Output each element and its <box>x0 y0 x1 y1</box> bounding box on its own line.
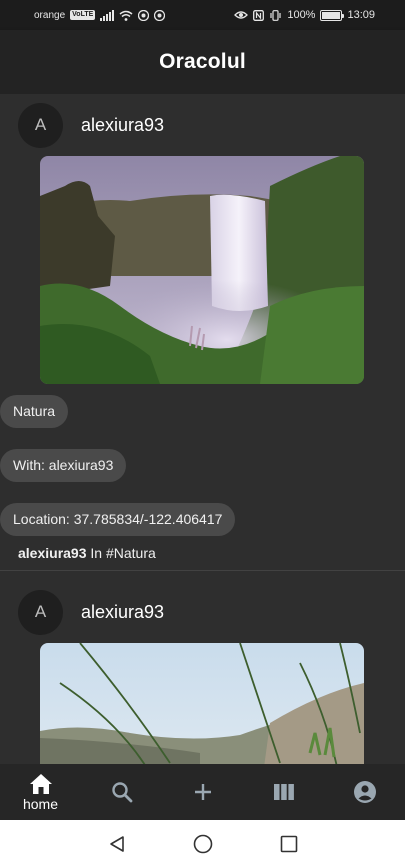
nav-home-label: home <box>22 795 59 812</box>
signal-icon <box>100 9 115 21</box>
caption-username[interactable]: alexiura93 <box>18 545 87 561</box>
clock: 13:09 <box>347 9 375 21</box>
post-image[interactable] <box>40 643 364 764</box>
nav-add[interactable] <box>162 764 243 820</box>
wifi-icon <box>119 10 133 21</box>
volte-badge: VoLTE <box>70 10 96 20</box>
post-card: A alexiura93 <box>0 581 405 764</box>
feed[interactable]: A alexiura93 Natura With: alexiura93 Loc… <box>0 94 405 764</box>
app-bar: Oracolul <box>0 30 405 94</box>
nav-search[interactable] <box>81 764 162 820</box>
post-divider <box>0 570 405 571</box>
post-header[interactable]: A alexiura93 <box>0 581 405 643</box>
location-chip[interactable]: Location: 37.785834/-122.406417 <box>0 503 236 536</box>
nav-profile[interactable] <box>324 764 405 820</box>
post-username[interactable]: alexiura93 <box>81 602 164 623</box>
recents-square-icon <box>280 835 297 852</box>
library-icon <box>273 784 294 800</box>
avatar-letter: A <box>34 602 47 621</box>
post-caption: alexiura93 In #Natura <box>0 545 405 561</box>
nav-home[interactable]: home <box>0 764 81 820</box>
post-card: A alexiura93 <box>0 94 405 571</box>
bottom-navigation: home <box>0 764 405 820</box>
post-header[interactable]: A alexiura93 <box>0 94 405 156</box>
nfc-icon <box>253 9 265 21</box>
post-image[interactable] <box>40 156 364 384</box>
with-chip[interactable]: With: alexiura93 <box>0 449 127 482</box>
eye-icon <box>234 11 249 19</box>
account-circle-icon <box>353 781 376 803</box>
app-title: Oracolul <box>159 50 246 73</box>
chrome-icon <box>138 9 150 21</box>
system-home-button[interactable] <box>160 820 246 867</box>
carrier-name: orange <box>34 9 66 21</box>
post-username[interactable]: alexiura93 <box>81 115 164 136</box>
home-circle-icon <box>193 834 212 853</box>
caption-text: In #Natura <box>86 545 156 561</box>
battery-percent: 100% <box>287 9 316 21</box>
avatar-letter: A <box>34 115 47 134</box>
back-triangle-icon <box>109 835 124 852</box>
status-bar: orange VoLTE 100% 13:09 <box>0 0 405 30</box>
avatar[interactable]: A <box>18 589 63 635</box>
system-navigation-bar <box>0 820 405 867</box>
vibrate-icon <box>270 9 281 21</box>
system-back-button[interactable] <box>74 820 160 867</box>
avatar[interactable]: A <box>18 102 63 148</box>
system-recents-button[interactable] <box>246 820 332 867</box>
battery-icon <box>320 9 345 21</box>
category-chip[interactable]: Natura <box>0 395 69 428</box>
plus-icon <box>194 784 211 800</box>
chrome-icon-2 <box>154 9 166 21</box>
home-icon <box>29 773 52 794</box>
battery-level <box>322 11 341 19</box>
nav-library[interactable] <box>243 764 324 820</box>
search-icon <box>111 782 132 803</box>
